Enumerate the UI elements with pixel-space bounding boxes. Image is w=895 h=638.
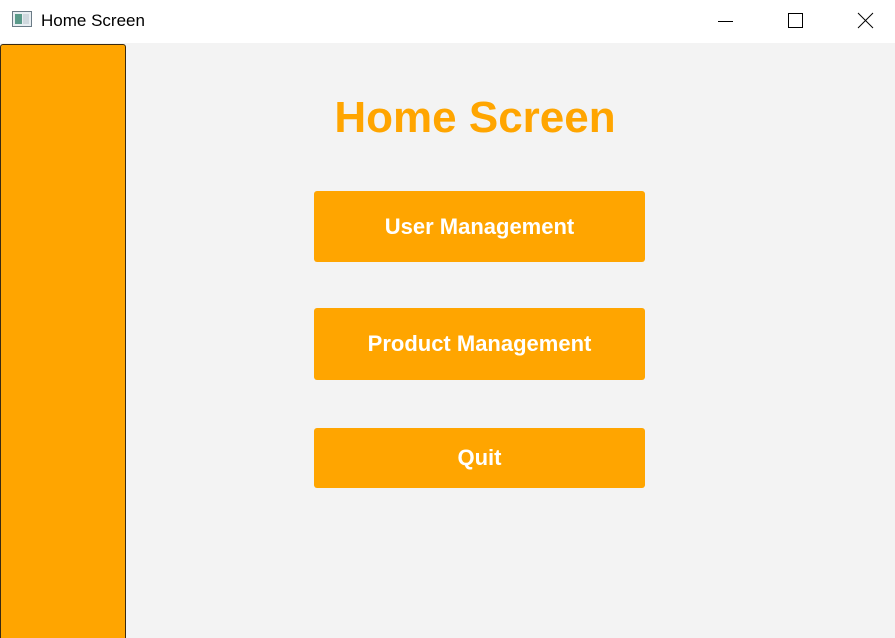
product-management-button[interactable]: Product Management: [314, 308, 645, 380]
close-button[interactable]: [830, 0, 895, 43]
minimize-button[interactable]: [690, 0, 760, 43]
window-title: Home Screen: [41, 11, 145, 30]
user-management-button[interactable]: User Management: [314, 191, 645, 262]
quit-button[interactable]: Quit: [314, 428, 645, 488]
maximize-button[interactable]: [760, 0, 830, 43]
close-icon: [857, 12, 874, 29]
minimize-icon: [718, 21, 733, 22]
main-content: Home Screen User Management Product Mana…: [0, 43, 895, 638]
app-icon: [12, 11, 32, 27]
sidebar-panel: [0, 44, 126, 638]
maximize-icon: [788, 13, 803, 28]
page-title: Home Screen: [334, 93, 616, 142]
title-bar[interactable]: Home Screen: [0, 0, 895, 43]
app-window: Home Screen Home Screen User Management …: [0, 0, 895, 638]
